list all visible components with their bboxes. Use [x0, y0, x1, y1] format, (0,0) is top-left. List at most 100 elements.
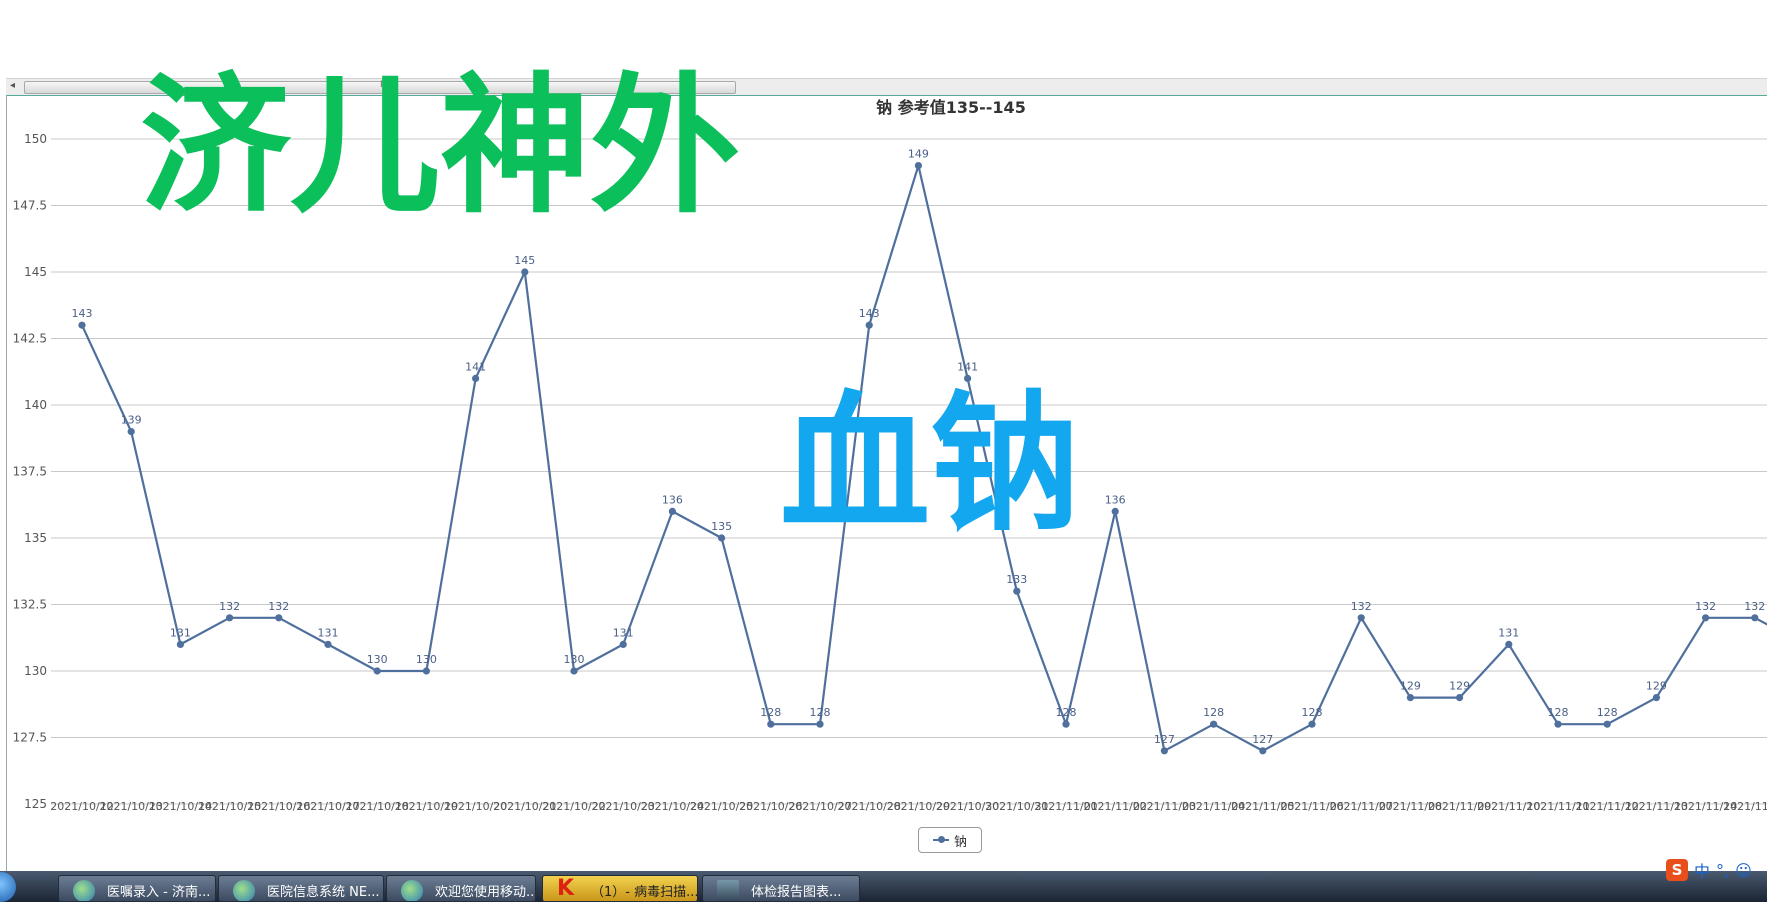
data-label: 127 [1252, 733, 1273, 746]
data-label: 141 [465, 360, 486, 373]
data-point [1111, 507, 1119, 515]
window-icon [717, 880, 739, 901]
y-tick-label: 150 [24, 132, 47, 146]
data-label: 145 [514, 254, 535, 267]
data-point [1160, 747, 1168, 755]
data-point [373, 667, 381, 675]
y-tick-label: 147.5 [13, 199, 47, 213]
browser-icon [73, 880, 95, 901]
y-tick-label: 137.5 [13, 465, 47, 479]
legend-label: 钠 [953, 834, 967, 850]
data-label: 131 [613, 626, 634, 639]
start-button[interactable] [0, 872, 16, 902]
data-point [1702, 614, 1710, 622]
y-tick-label: 132.5 [13, 598, 47, 612]
data-point [619, 640, 627, 649]
data-point [422, 667, 430, 675]
data-label: 132 [1695, 600, 1716, 613]
data-point [1062, 720, 1070, 728]
data-label: 128 [1548, 706, 1569, 719]
chart-title: 钠 参考值135--145 [876, 98, 1026, 117]
data-label: 129 [1449, 680, 1470, 693]
data-point [78, 321, 86, 329]
data-point [176, 640, 184, 649]
ime-emoji-icon[interactable]: ☺ [1735, 861, 1752, 880]
data-point [1505, 640, 1513, 649]
data-label: 135 [711, 520, 732, 533]
taskbar-item-1[interactable]: 医嘱录入 - 济南... [58, 875, 216, 902]
data-point [1456, 694, 1464, 702]
y-tick-label: 135 [24, 531, 47, 545]
data-label: 131 [170, 626, 191, 639]
legend-line-marker-icon [932, 836, 949, 843]
data-label: 129 [1646, 680, 1667, 693]
taskbar-item-5[interactable]: 体检报告图表... [702, 875, 860, 902]
ime-toolbar[interactable]: S 中 °, ☺ [1666, 857, 1767, 883]
data-label: 141 [957, 360, 978, 373]
y-tick-label: 130 [24, 664, 47, 678]
taskbar-item-2[interactable]: 医院信息系统 NE... [218, 875, 384, 902]
y-tick-label: 145 [24, 265, 47, 279]
data-point [1751, 614, 1759, 622]
data-label: 128 [1203, 706, 1224, 719]
taskbar-item-3[interactable]: 欢迎您使用移动... [386, 875, 536, 902]
antivirus-k-icon: K [557, 876, 575, 901]
data-point [1210, 720, 1218, 728]
data-label: 132 [219, 600, 240, 613]
data-label: 143 [859, 307, 880, 320]
y-tick-label: 127.5 [13, 731, 47, 745]
y-tick-label: 125 [24, 797, 47, 811]
data-point [1406, 694, 1414, 702]
sogou-logo-icon[interactable]: S [1666, 859, 1688, 881]
watermark-department: 济儿神外 [140, 60, 741, 234]
data-label: 143 [72, 307, 93, 320]
data-point [767, 720, 775, 728]
data-label: 128 [810, 706, 831, 719]
data-point [275, 614, 283, 622]
data-label: 127 [1154, 733, 1175, 746]
data-label: 139 [121, 414, 142, 427]
data-label: 136 [662, 493, 683, 506]
data-point [1308, 720, 1316, 728]
data-point [718, 534, 726, 542]
data-point [226, 614, 234, 622]
data-label: 129 [1400, 680, 1421, 693]
browser-icon [233, 880, 255, 901]
data-point [1259, 747, 1267, 755]
data-point [570, 667, 578, 675]
data-point [127, 428, 135, 436]
y-tick-label: 140 [24, 398, 47, 412]
data-point [1013, 587, 1021, 595]
ime-punct[interactable]: °, [1716, 861, 1729, 880]
data-point [1603, 720, 1611, 728]
taskbar-item-4[interactable]: K （1）- 病毒扫描... [542, 875, 698, 902]
data-point [472, 374, 480, 382]
x-tick-label: 2021/11/15 [1723, 800, 1767, 813]
chart-legend[interactable]: 钠 [918, 827, 982, 853]
data-label: 149 [908, 148, 929, 161]
data-label: 130 [564, 653, 585, 666]
data-label: 132 [1744, 600, 1765, 613]
data-label: 130 [416, 653, 437, 666]
data-label: 128 [1302, 706, 1323, 719]
y-tick-label: 142.5 [13, 332, 47, 346]
data-point [865, 321, 873, 329]
data-label: 128 [1056, 706, 1077, 719]
data-point [668, 507, 677, 515]
data-point [1357, 614, 1365, 622]
ime-lang[interactable]: 中 [1694, 858, 1710, 882]
data-label: 131 [1498, 626, 1519, 639]
data-point [521, 268, 529, 276]
scroll-left-arrow-icon[interactable]: ◂ [10, 80, 15, 91]
watermark-subject: 血钠 [780, 378, 1081, 552]
data-label: 128 [1597, 706, 1618, 719]
browser-icon [401, 880, 423, 901]
data-label: 130 [367, 653, 388, 666]
taskbar: 医嘱录入 - 济南... 医院信息系统 NE... 欢迎您使用移动... K （… [0, 871, 1767, 902]
data-point [914, 162, 923, 170]
data-point [1652, 694, 1660, 702]
data-label: 131 [318, 626, 339, 639]
data-label: 128 [760, 706, 781, 719]
data-point [816, 720, 824, 728]
data-point [324, 640, 332, 649]
